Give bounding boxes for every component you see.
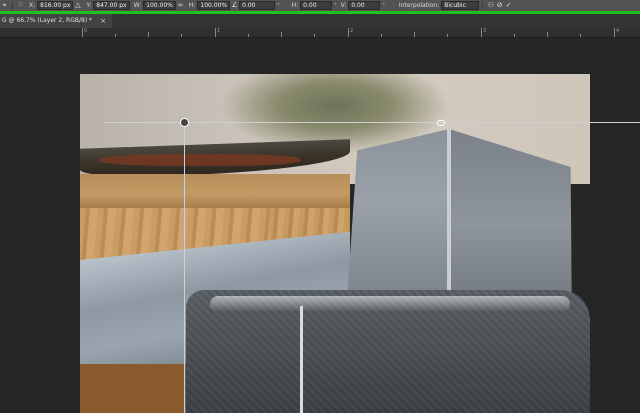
ruler-tick: [580, 34, 581, 37]
close-tab-icon[interactable]: ×: [100, 14, 106, 28]
canvas-area[interactable]: [0, 38, 640, 413]
bottle-highlight: [210, 296, 570, 312]
warp-icon[interactable]: ⚇: [486, 1, 495, 10]
degree-icon: °: [334, 2, 337, 9]
ruler-label: 0: [84, 28, 88, 34]
x-position-field[interactable]: 816.00 px: [37, 1, 74, 10]
metal-cube-edge: [447, 129, 451, 307]
ruler-label: 4: [616, 28, 620, 34]
ruler-tick: [447, 34, 448, 37]
degree-icon: °: [382, 2, 385, 9]
ruler-tick: [248, 34, 249, 37]
delta-icon[interactable]: △: [73, 1, 82, 10]
ruler-tick: [547, 32, 548, 37]
divider: [12, 1, 13, 10]
horizontal-ruler: 0 1 2 3 4: [0, 28, 640, 38]
interpolation-select[interactable]: Bicubic: [441, 1, 480, 10]
commit-transform-icon[interactable]: ✓: [504, 1, 513, 10]
width-field[interactable]: 100.00%: [143, 1, 176, 10]
options-bar: ⌖ ⁙ X: 816.00 px △ Y: 847.00 px W: 100.0…: [0, 0, 640, 11]
w-label: W:: [133, 2, 142, 9]
transform-top-handle[interactable]: [437, 120, 445, 126]
ruler-label: 2: [350, 28, 354, 34]
move-tool-icon[interactable]: ⌖: [0, 1, 9, 10]
ruler-tick: [414, 32, 415, 37]
rotate-angle-icon: ∠: [231, 1, 238, 9]
ruler-tick: [348, 28, 349, 37]
ruler-tick: [381, 34, 382, 37]
y-position-field[interactable]: 847.00 px: [93, 1, 130, 10]
transform-corner-handle[interactable]: [180, 118, 189, 127]
ruler-tick: [148, 32, 149, 37]
ruler-label: 1: [217, 28, 221, 34]
metal-cube-left-face: [347, 129, 449, 307]
h-label: H:: [188, 2, 196, 9]
cancel-transform-icon[interactable]: ⊘: [495, 1, 504, 10]
vskew-label: V:: [340, 2, 347, 9]
hskew-label: H:: [291, 2, 299, 9]
ruler-tick: [82, 28, 83, 37]
ruler-tick: [281, 32, 282, 37]
reference-point-icon[interactable]: ⁙: [16, 1, 25, 10]
background-tray-accent: [100, 154, 300, 166]
ruler-tick: [614, 28, 615, 37]
height-field[interactable]: 100.00%: [197, 1, 231, 10]
ruler-label: 3: [483, 28, 487, 34]
y-label: Y:: [86, 2, 92, 9]
ruler-tick: [514, 34, 515, 37]
degree-icon: °: [277, 2, 280, 9]
link-icon[interactable]: ∞: [176, 1, 185, 10]
document-image[interactable]: [80, 74, 590, 413]
wood-block-top: [80, 174, 350, 208]
ruler-tick: [115, 34, 116, 37]
document-tab-title: G @ 66.7% (Layer 2, RGB/8) *: [2, 17, 93, 24]
interpolation-label: Interpolation:: [398, 2, 440, 9]
hskew-field[interactable]: 0.00: [300, 1, 333, 10]
document-tab[interactable]: G @ 66.7% (Layer 2, RGB/8) * ×: [0, 14, 112, 28]
bottle-divider: [300, 306, 303, 413]
document-tab-bar: G @ 66.7% (Layer 2, RGB/8) * ×: [0, 14, 640, 28]
vskew-field[interactable]: 0.00: [348, 1, 381, 10]
transform-bounding-left-edge[interactable]: [184, 122, 185, 413]
divider: [482, 1, 484, 10]
ruler-tick: [181, 34, 182, 37]
x-label: X:: [29, 2, 36, 9]
ruler-tick: [314, 34, 315, 37]
rotate-field[interactable]: 0.00: [239, 1, 276, 10]
ruler-tick: [215, 28, 216, 37]
ruler-tick: [481, 28, 482, 37]
